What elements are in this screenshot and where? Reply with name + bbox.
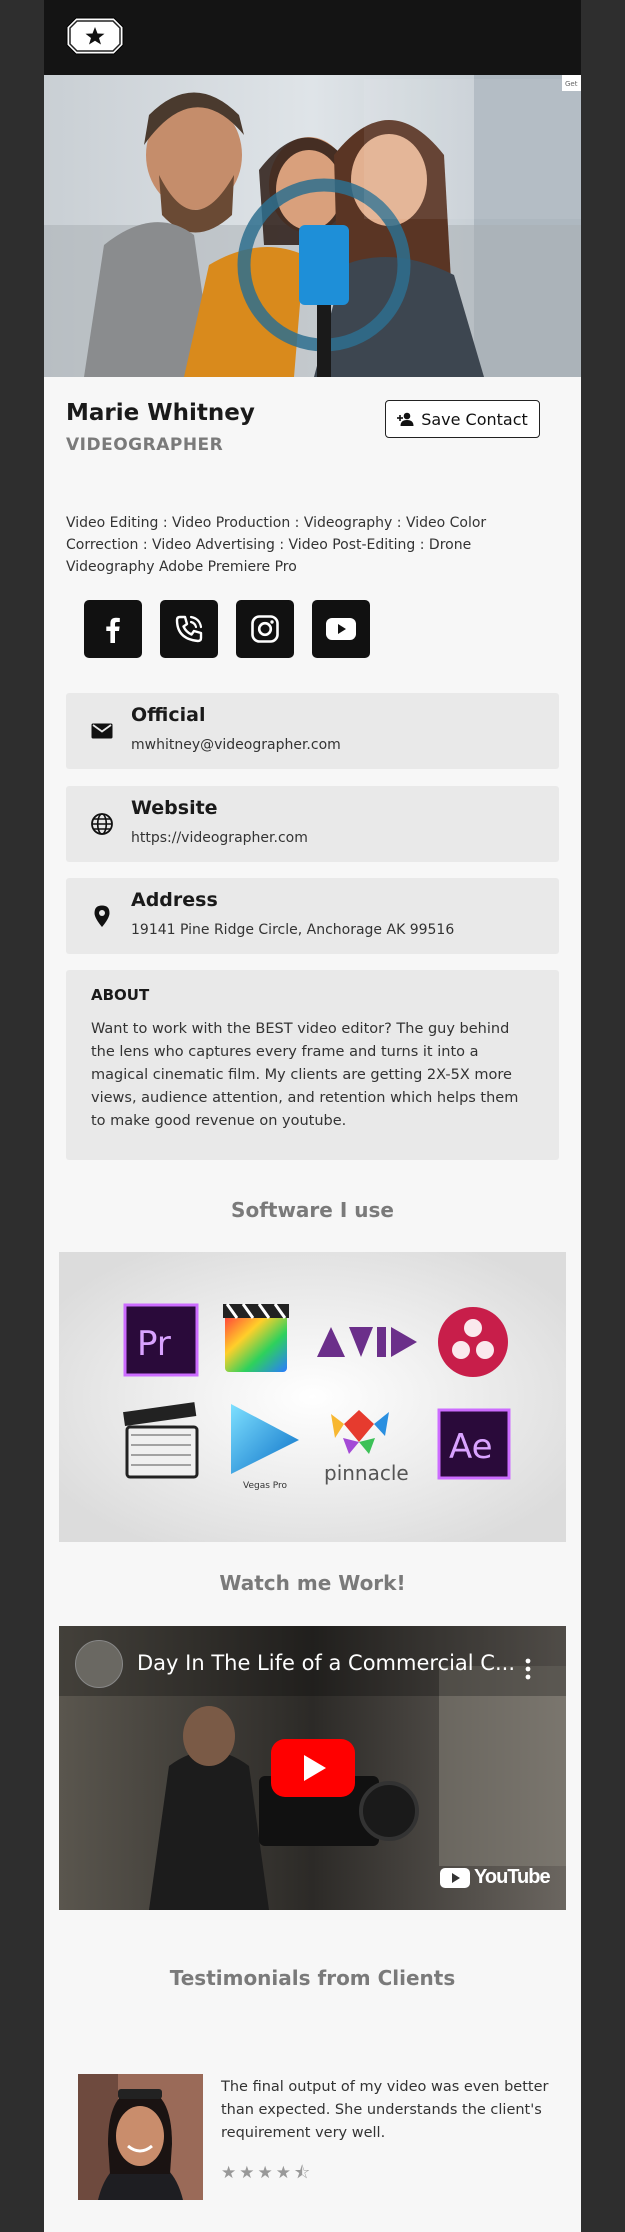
svg-text:Pr: Pr: [137, 1324, 171, 1364]
youtube-wordmark: YouTube: [474, 1866, 551, 1888]
top-bar: [44, 0, 581, 75]
svg-text:Get: Get: [565, 80, 578, 88]
about-text: Want to work with the BEST video editor?…: [91, 1021, 519, 1129]
phone-icon: [175, 615, 203, 643]
clapperboard-logo: [123, 1402, 199, 1479]
client-photo: [78, 2074, 203, 2200]
play-icon[interactable]: [271, 1739, 355, 1797]
star-badge-icon[interactable]: [66, 17, 124, 55]
instagram-icon: [251, 615, 279, 643]
instagram-button[interactable]: [236, 600, 294, 658]
save-contact-button[interactable]: Save Contact: [385, 400, 540, 438]
contact-website-value[interactable]: https://videographer.com: [131, 830, 308, 846]
davinci-logo: [438, 1307, 508, 1377]
location-pin-icon: [94, 905, 110, 927]
contact-address-label: Address: [131, 889, 218, 911]
rating-stars: ★★★★⯪: [221, 2163, 314, 2183]
contact-email-card[interactable]: Official mwhitney@videographer.com: [66, 693, 559, 769]
social-links: [84, 600, 370, 658]
svg-text:Ae: Ae: [449, 1427, 493, 1467]
mail-icon: [91, 723, 113, 739]
profile-title: VIDEOGRAPHER: [66, 435, 224, 455]
software-logos-image: Pr Vegas Pro pinnacle Ae: [59, 1252, 566, 1542]
facebook-button[interactable]: [84, 600, 142, 658]
youtube-logo-icon: [440, 1867, 470, 1888]
contact-website-card[interactable]: Website https://videographer.com: [66, 786, 559, 862]
more-options-icon[interactable]: [524, 1658, 532, 1680]
video-title[interactable]: Day In The Life of a Commercial C...: [137, 1651, 515, 1675]
profile-name: Marie Whitney: [66, 400, 255, 426]
about-section: ABOUT Want to work with the BEST video e…: [66, 970, 559, 1160]
save-contact-label: Save Contact: [421, 409, 528, 429]
channel-avatar[interactable]: [75, 1640, 123, 1688]
svg-text:Vegas Pro: Vegas Pro: [243, 1481, 288, 1491]
watch-heading: Watch me Work!: [219, 1571, 406, 1595]
contact-address-card[interactable]: Address 19141 Pine Ridge Circle, Anchora…: [66, 878, 559, 954]
globe-icon: [91, 813, 113, 835]
contact-website-label: Website: [131, 797, 218, 819]
software-heading: Software I use: [231, 1198, 394, 1222]
contact-email-value[interactable]: mwhitney@videographer.com: [131, 737, 341, 753]
youtube-video-embed[interactable]: Day In The Life of a Commercial C... You…: [59, 1626, 566, 1910]
youtube-icon: [326, 618, 356, 640]
phone-button[interactable]: [160, 600, 218, 658]
final-cut-logo: [223, 1303, 289, 1372]
skills-list: Video Editing : Video Production : Video…: [66, 515, 487, 575]
add-user-icon: [397, 412, 414, 426]
facebook-icon: [106, 617, 120, 643]
testimonial-text: The final output of my video was even be…: [221, 2079, 549, 2141]
testimonials-heading: Testimonials from Clients: [169, 1966, 456, 1990]
after-effects-logo: Ae: [437, 1408, 511, 1480]
youtube-watermark[interactable]: YouTube: [439, 1866, 551, 1889]
premiere-logo: Pr: [123, 1303, 199, 1377]
contact-address-value[interactable]: 19141 Pine Ridge Circle, Anchorage AK 99…: [131, 922, 454, 938]
svg-text:pinnacle: pinnacle: [324, 1461, 409, 1485]
youtube-button[interactable]: [312, 600, 370, 658]
profile-card: Get Marie Whitney VIDEOGRAPHER Save Cont…: [44, 0, 581, 2232]
about-heading: ABOUT: [91, 986, 150, 1004]
hero-image: Get: [44, 75, 581, 377]
contact-email-label: Official: [131, 704, 206, 726]
